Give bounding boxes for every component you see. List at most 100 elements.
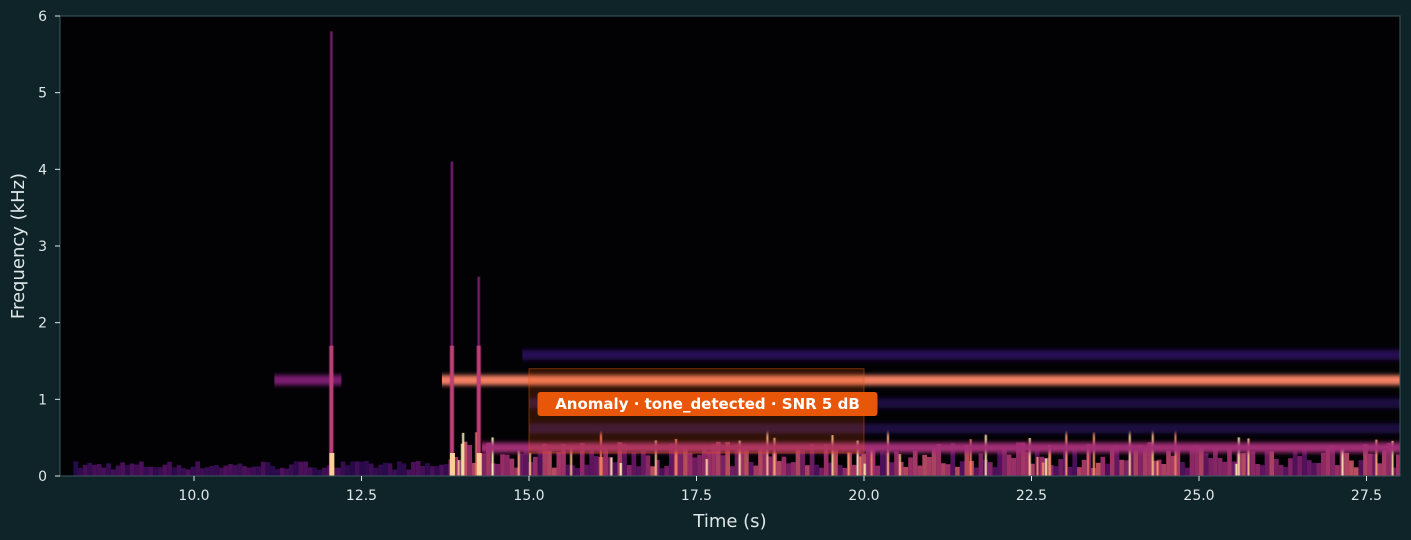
floor-cell xyxy=(697,455,702,476)
floor-cell xyxy=(87,462,93,476)
floor-cell xyxy=(1269,451,1275,476)
floor-cell xyxy=(1353,467,1359,476)
burst xyxy=(705,459,708,476)
floor-cell xyxy=(781,456,787,476)
floor-cell xyxy=(406,469,412,476)
floor-cell xyxy=(368,463,374,476)
x-axis: 10.0 12.5 15.0 17.5 20.0 22.5 25.0 27.5 xyxy=(178,476,1382,504)
burst xyxy=(517,450,520,476)
floor-cell xyxy=(434,466,440,476)
y-axis-label: Frequency (kHz) xyxy=(8,173,29,319)
floor-cell xyxy=(1344,452,1350,476)
floor-cell xyxy=(1306,460,1312,476)
anomaly-region[interactable]: Anomaly · tone_detected · SNR 5 dB xyxy=(528,368,878,454)
floor-cell xyxy=(842,467,848,476)
floor-cell xyxy=(945,464,951,476)
floor-cell xyxy=(908,457,913,476)
transient-base xyxy=(476,453,482,476)
floor-cell xyxy=(350,461,355,476)
floor-cell xyxy=(251,466,257,476)
floor-cell xyxy=(959,461,965,476)
floor-cell xyxy=(997,451,1003,476)
floor-cell xyxy=(312,467,318,476)
floor-cell xyxy=(340,461,346,476)
floor-cell xyxy=(110,469,116,476)
floor-cell xyxy=(1011,457,1017,476)
burst xyxy=(1042,462,1045,476)
floor-cell xyxy=(143,466,149,476)
floor-cell xyxy=(1161,463,1167,476)
floor-cell xyxy=(181,468,186,476)
floor-cell xyxy=(124,465,130,476)
floor-cell xyxy=(992,467,998,476)
floor-cell xyxy=(293,461,299,476)
floor-cell xyxy=(336,467,341,476)
floor-cell xyxy=(382,462,388,476)
floor-cell xyxy=(1297,456,1303,476)
floor-cell xyxy=(584,464,590,476)
floor-cell xyxy=(139,461,144,476)
floor-cell xyxy=(185,469,191,476)
floor-cell xyxy=(1133,450,1139,476)
burst xyxy=(1235,463,1238,476)
floor-cell xyxy=(1288,458,1293,476)
floor-cell xyxy=(837,465,843,476)
tonal-band xyxy=(522,349,1400,360)
floor-cell xyxy=(1264,451,1270,476)
floor-cell xyxy=(279,467,285,476)
y-tick-label: 5 xyxy=(38,86,47,102)
floor-cell xyxy=(317,469,322,476)
floor-cell xyxy=(392,469,398,476)
burst xyxy=(457,460,460,476)
floor-cell xyxy=(533,456,538,476)
burst xyxy=(1128,430,1131,476)
floor-cell xyxy=(481,453,487,476)
floor-cell xyxy=(645,455,651,476)
floor-cell xyxy=(659,468,665,476)
floor-cell xyxy=(551,467,557,476)
floor-cell xyxy=(922,454,927,476)
floor-cell xyxy=(425,463,430,476)
floor-cell xyxy=(1077,467,1082,476)
floor-cell xyxy=(814,464,820,476)
floor-cell xyxy=(1006,454,1012,476)
floor-cell xyxy=(204,467,210,476)
burst xyxy=(528,452,531,476)
x-tick-label: 20.0 xyxy=(848,488,879,504)
floor-cell xyxy=(575,468,580,476)
floor-cell xyxy=(650,466,655,476)
floor-cell xyxy=(776,461,782,476)
floor-cell xyxy=(96,464,102,476)
floor-cell xyxy=(1208,457,1214,476)
floor-cell xyxy=(82,464,88,476)
floor-cell xyxy=(190,466,196,476)
floor-cell xyxy=(195,461,201,476)
y-tick-label: 2 xyxy=(38,316,47,332)
floor-cell xyxy=(509,458,515,476)
floor-cell xyxy=(1166,450,1171,476)
floor-cell xyxy=(1349,460,1354,476)
burst xyxy=(619,463,622,476)
floor-cell xyxy=(1100,456,1106,476)
floor-cell xyxy=(833,449,838,476)
floor-cell xyxy=(129,463,135,476)
x-tick-label: 22.5 xyxy=(1016,488,1047,504)
floor-cell xyxy=(1105,463,1110,476)
floor-cell xyxy=(1123,460,1129,476)
burst xyxy=(460,443,463,476)
floor-cell xyxy=(237,463,243,476)
floor-cell xyxy=(218,467,224,476)
floor-cell xyxy=(636,466,641,476)
floor-cell xyxy=(134,464,140,476)
y-tick-label: 1 xyxy=(38,392,47,408)
burst xyxy=(859,456,862,476)
floor-cell xyxy=(157,467,163,476)
floor-cell xyxy=(321,467,327,476)
floor-cell xyxy=(345,465,351,476)
floor-cell xyxy=(373,467,379,476)
floor-cell xyxy=(200,468,205,476)
floor-cell xyxy=(1255,463,1260,476)
floor-cell xyxy=(565,464,571,476)
floor-cell xyxy=(214,464,219,476)
floor-cell xyxy=(415,461,421,476)
